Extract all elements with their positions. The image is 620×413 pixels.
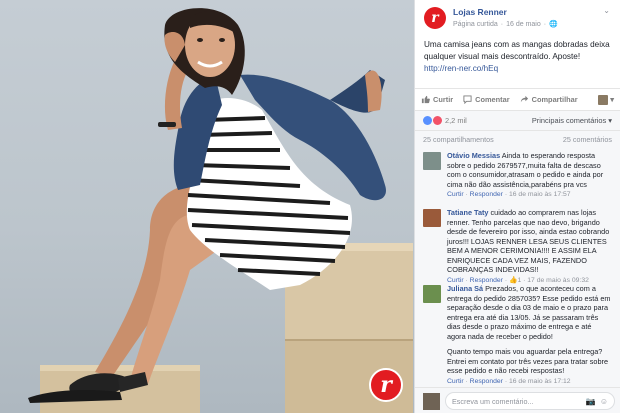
- post-link[interactable]: http://ren-ner.co/hEq: [424, 63, 611, 75]
- post-message: Uma camisa jeans com as mangas dobradas …: [415, 34, 620, 88]
- comment-label: Comentar: [475, 95, 510, 104]
- avatar[interactable]: [423, 285, 441, 303]
- post-subtitle: Página curtida · 16 de maio · 🌐: [453, 21, 558, 28]
- comment-input-placeholder: Escreva um comentário...: [452, 396, 534, 406]
- share-label: Compartilhar: [531, 95, 578, 104]
- reaction-count[interactable]: 2,2 mil: [445, 116, 467, 125]
- comment-text: cuidado ao comprarem nas lojas renner. T…: [447, 208, 610, 274]
- share-button[interactable]: Compartilhar: [520, 95, 578, 104]
- shares-count[interactable]: 25 compartilhamentos: [423, 135, 494, 144]
- avatar[interactable]: [423, 152, 441, 170]
- like-reaction-icon: [423, 116, 432, 125]
- comment-author[interactable]: Otávio Messias: [447, 151, 500, 160]
- comment-author[interactable]: Tatiane Taty: [447, 208, 489, 217]
- avatar[interactable]: [423, 209, 441, 227]
- emoji-icon[interactable]: ☺: [600, 397, 608, 406]
- watch: [158, 122, 176, 127]
- comment-like-link[interactable]: Curtir: [447, 191, 464, 198]
- comment-author[interactable]: Juliana Sá: [447, 284, 483, 293]
- post-actions: Curtir Comentar Compartilhar ▾: [415, 88, 620, 110]
- comment-item: Juliana Sá Prezados, o que aconteceu com…: [415, 281, 620, 386]
- globe-icon: 🌐: [549, 21, 558, 28]
- caret-down-icon: ▾: [610, 95, 614, 104]
- comment-body: Juliana Sá Prezados, o que aconteceu com…: [447, 284, 612, 341]
- page-avatar[interactable]: r: [424, 7, 446, 29]
- comment-meta: Curtir · Responder · 16 de maio às 17:57: [447, 191, 571, 198]
- like-label: Curtir: [433, 95, 454, 104]
- comment-time[interactable]: 16 de maio às 17:57: [509, 191, 571, 198]
- reactions-bar: 2,2 mil Principais comentários ▾: [415, 111, 620, 130]
- counts-bar: 25 compartilhamentos 25 comentários: [415, 130, 620, 148]
- thumbs-up-icon: [421, 95, 430, 104]
- comment-item: Otávio Messias Ainda to esperando respos…: [415, 148, 620, 205]
- love-reaction-icon: [433, 116, 442, 125]
- share-as-selector[interactable]: ▾: [598, 94, 614, 105]
- avatar: [423, 393, 440, 410]
- comment-body: Otávio Messias Ainda to esperando respos…: [447, 151, 612, 189]
- comment-icon: [463, 95, 472, 104]
- reply-box: Escreva um comentário... 📷 ☺: [415, 387, 620, 413]
- comment-reply-link[interactable]: Responder: [470, 378, 503, 385]
- share-icon: [520, 95, 528, 103]
- comment-time[interactable]: 16 de maio às 17:12: [509, 378, 571, 385]
- comment-like-link[interactable]: Curtir: [447, 378, 464, 385]
- avatar: [598, 94, 609, 105]
- chevron-down-icon[interactable]: ⌄: [603, 6, 610, 15]
- comments-count[interactable]: 25 comentários: [563, 135, 612, 144]
- post-date[interactable]: 16 de maio: [506, 21, 541, 28]
- comment-meta: Curtir · Responder · 16 de maio às 17:12: [447, 377, 571, 385]
- comment-body: Tatiane Taty cuidado ao comprarem nas lo…: [447, 208, 612, 275]
- photo-illustration: [28, 8, 413, 413]
- facebook-post-panel: r Lojas Renner Página curtida · 16 de maio…: [414, 0, 620, 413]
- liked-label: Página curtida: [453, 21, 498, 28]
- comment-text-continued: Quanto tempo mais vou aguardar pela entr…: [447, 347, 609, 375]
- comment-button[interactable]: Comentar: [463, 95, 510, 104]
- comment-item: Tatiane Taty cuidado ao comprarem nas lo…: [415, 205, 620, 284]
- post-text: Uma camisa jeans com as mangas dobradas …: [424, 40, 610, 61]
- comment-sort-dropdown[interactable]: Principais comentários ▾: [532, 116, 612, 125]
- comment-input[interactable]: Escreva um comentário... 📷 ☺: [445, 392, 615, 410]
- camera-icon[interactable]: 📷: [586, 397, 596, 406]
- comment-reply-link[interactable]: Responder: [470, 191, 503, 198]
- post-header: r Lojas Renner Página curtida · 16 de maio…: [415, 0, 620, 34]
- like-button[interactable]: Curtir: [421, 95, 453, 104]
- post-photo[interactable]: r: [0, 0, 414, 413]
- page-name-link[interactable]: Lojas Renner: [453, 7, 507, 17]
- renner-logo-badge: r: [369, 368, 403, 402]
- post-feedback-area: 2,2 mil Principais comentários ▾ 25 comp…: [415, 110, 620, 413]
